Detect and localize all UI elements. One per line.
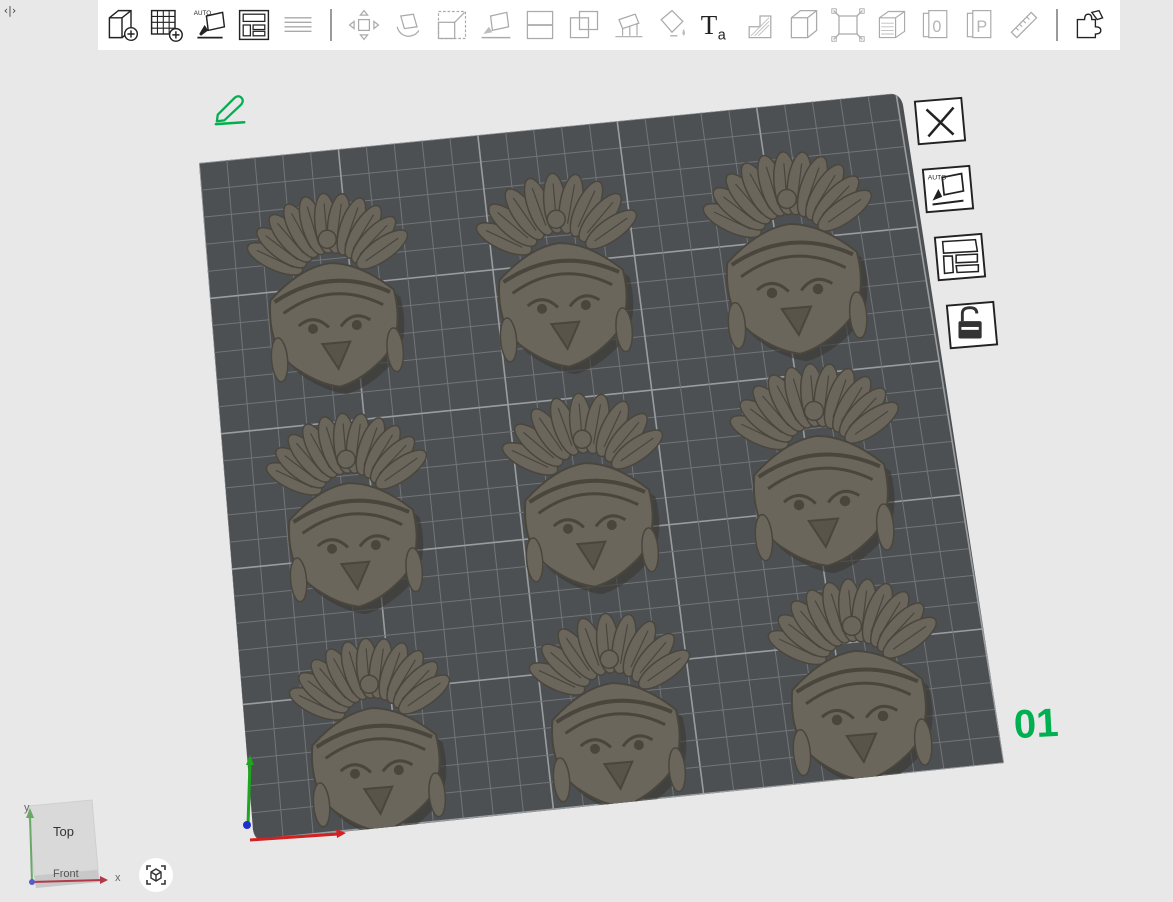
plate-side-toolbar: AUTO	[905, 92, 1015, 362]
cut-plane-icon	[526, 10, 554, 40]
layout-icon[interactable]	[931, 230, 989, 286]
assembly-cube-icon	[790, 9, 818, 39]
boolean-icon	[569, 10, 599, 39]
cut-button[interactable]	[518, 3, 562, 47]
fit-frame-icon	[831, 8, 865, 42]
puzzle-icon	[1076, 9, 1104, 39]
add-cube-button[interactable]	[100, 3, 144, 47]
scale-button[interactable]	[430, 3, 474, 47]
ruler-icon	[1010, 11, 1038, 39]
y-axis-label: y	[24, 802, 30, 814]
grid-plus-icon	[150, 9, 183, 42]
text-button[interactable]: T a	[694, 3, 738, 47]
layout-icon	[238, 9, 270, 41]
arrange-button[interactable]	[232, 3, 276, 47]
list-lines-icon	[284, 17, 312, 33]
lay-flat-button[interactable]	[474, 3, 518, 47]
fit-view-button[interactable]	[139, 858, 173, 892]
view-cube[interactable]: Top Front x y	[18, 798, 128, 894]
variable-layer-icon: 0	[922, 10, 948, 39]
layers-icon	[878, 10, 906, 39]
height-range-icon	[748, 15, 772, 39]
add-grid-button[interactable]	[144, 3, 188, 47]
svg-text:0: 0	[932, 18, 941, 36]
rotate-icon	[396, 13, 420, 37]
focus-cube-icon	[146, 865, 166, 885]
supports-icon	[615, 13, 643, 38]
fit-button[interactable]	[826, 3, 870, 47]
text-icon: T a	[701, 10, 726, 43]
toolbar-separator	[1056, 9, 1058, 41]
measure-height-button[interactable]	[738, 3, 782, 47]
move-button[interactable]	[342, 3, 386, 47]
supports-button[interactable]	[606, 3, 650, 47]
top-toolbar: AUTO T a 0 P	[98, 0, 1120, 50]
rotate-button[interactable]	[386, 3, 430, 47]
scale-icon	[437, 10, 467, 40]
svg-text:T: T	[701, 10, 718, 40]
plate-number: 01	[1012, 700, 1060, 748]
view-cube-front-label: Front	[53, 868, 79, 880]
x-axis-label: x	[115, 872, 121, 884]
cube-plus-icon	[108, 9, 139, 42]
toolbar-separator	[330, 9, 332, 41]
layers-button[interactable]	[870, 3, 914, 47]
unlock-icon[interactable]	[943, 298, 1001, 354]
boolean-button[interactable]	[562, 3, 606, 47]
plate-p-button[interactable]: P	[958, 3, 1002, 47]
panel-toggle-button[interactable]: ‹|›	[0, 0, 20, 20]
close-icon[interactable]	[911, 94, 969, 150]
pencil-icon[interactable]	[212, 92, 250, 126]
auto-orient-icon[interactable]: AUTO	[919, 162, 977, 218]
svg-text:a: a	[718, 27, 726, 43]
move-arrows-icon	[348, 9, 380, 41]
plate-p-icon: P	[966, 10, 992, 39]
assembly-button[interactable]	[782, 3, 826, 47]
variable-layer-button[interactable]: 0	[914, 3, 958, 47]
list-view-button[interactable]	[276, 3, 320, 47]
ruler-button[interactable]	[1002, 3, 1046, 47]
paint-button[interactable]	[650, 3, 694, 47]
view-cube-top-label: Top	[53, 824, 74, 839]
paint-bucket-icon	[660, 9, 686, 37]
auto-orient-icon: AUTO	[194, 10, 226, 39]
split-parts-button[interactable]	[1068, 3, 1112, 47]
3d-viewport[interactable]: AUTO	[0, 50, 1173, 902]
auto-orient-button[interactable]: AUTO	[188, 3, 232, 47]
lay-flat-icon	[481, 11, 511, 39]
svg-text:P: P	[976, 18, 987, 36]
